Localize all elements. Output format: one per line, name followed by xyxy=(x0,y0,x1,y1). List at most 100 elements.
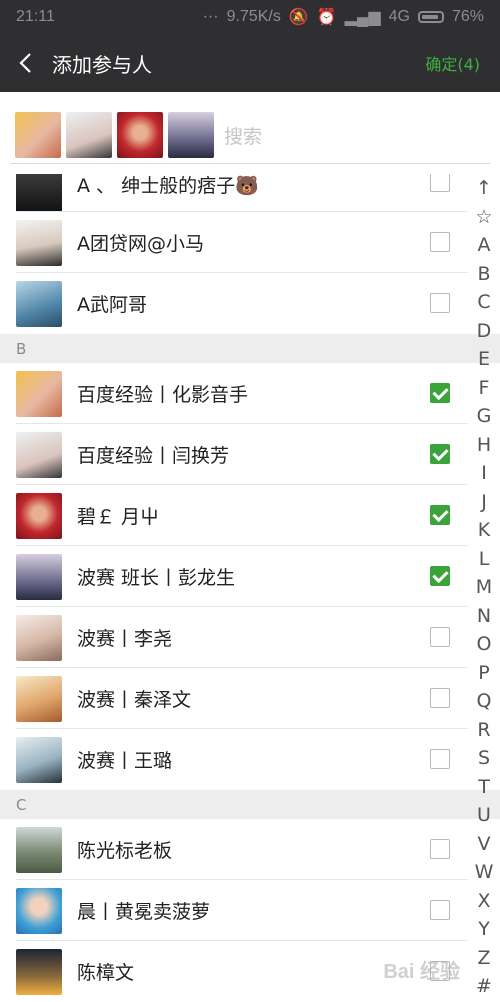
checkbox-checked[interactable] xyxy=(430,566,450,586)
index-letter[interactable]: F xyxy=(479,374,490,403)
index-letter[interactable]: J xyxy=(481,488,487,517)
selected-avatar[interactable] xyxy=(15,112,61,158)
selected-bar: 搜索 xyxy=(0,92,500,174)
selected-avatars xyxy=(15,112,214,158)
selected-avatar[interactable] xyxy=(117,112,163,158)
list-item[interactable]: 百度经验丨化影音手 xyxy=(0,363,500,424)
contact-name: 波赛丨秦泽文 xyxy=(77,689,192,711)
contact-name: 百度经验丨闫换芳 xyxy=(77,445,230,467)
index-letter[interactable]: L xyxy=(479,545,490,574)
checkbox-checked[interactable] xyxy=(430,444,450,464)
selected-avatar[interactable] xyxy=(66,112,112,158)
avatar xyxy=(16,220,62,266)
avatar xyxy=(16,949,62,995)
contact-name: A团贷网@小马 xyxy=(77,233,204,255)
index-letter[interactable]: B xyxy=(477,260,490,289)
contact-name: 波赛丨王璐 xyxy=(77,750,173,772)
index-letter[interactable]: K xyxy=(478,516,490,545)
checkbox[interactable] xyxy=(430,172,450,192)
mute-icon: 🔕 xyxy=(288,9,309,26)
index-letter[interactable]: R xyxy=(477,716,490,745)
index-letter[interactable]: Q xyxy=(477,687,492,716)
page-title: 添加参与人 xyxy=(52,52,152,77)
contact-name: 陈樟文 xyxy=(77,962,135,984)
search-underline xyxy=(10,163,490,164)
avatar xyxy=(16,827,62,873)
index-letter[interactable]: D xyxy=(477,317,492,346)
contact-name: 百度经验丨化影音手 xyxy=(77,384,249,406)
avatar xyxy=(16,432,62,478)
list-item[interactable]: 百度经验丨闫换芳 xyxy=(0,424,500,485)
list-item[interactable]: 碧￡ 月屮 xyxy=(0,485,500,546)
contact-name: A武阿哥 xyxy=(77,294,147,316)
avatar xyxy=(16,615,62,661)
index-letter[interactable]: # xyxy=(476,972,492,1001)
avatar xyxy=(16,493,62,539)
index-letter[interactable]: Y xyxy=(478,915,490,944)
search-input[interactable]: 搜索 xyxy=(224,122,262,149)
index-letter[interactable]: T xyxy=(478,773,490,802)
checkbox[interactable] xyxy=(430,900,450,920)
index-letter[interactable]: Z xyxy=(477,944,490,973)
avatar xyxy=(16,676,62,722)
contact-name: A 、 绅士般的痞子🐻 xyxy=(77,174,259,197)
checkbox[interactable] xyxy=(430,293,450,313)
index-letter[interactable]: ☆ xyxy=(475,203,492,232)
index-letter[interactable]: P xyxy=(478,659,489,688)
contact-name: 波赛丨李尧 xyxy=(77,628,173,650)
contact-name: 陈光标老板 xyxy=(77,840,173,862)
index-letter[interactable]: V xyxy=(478,830,491,859)
avatar xyxy=(16,371,62,417)
contact-name: 碧￡ 月屮 xyxy=(77,506,160,528)
index-letter[interactable]: X xyxy=(477,887,490,916)
status-bar: 21:11 ··· 9.75K/s 🔕 ⏰ ▂▄▆ 4G 76% xyxy=(0,0,500,34)
index-letter[interactable]: U xyxy=(477,801,491,830)
index-letter[interactable]: G xyxy=(477,402,492,431)
confirm-button[interactable]: 确定(4) xyxy=(425,34,480,92)
section-header-c: C xyxy=(0,790,500,819)
status-time: 21:11 xyxy=(16,8,55,25)
list-item[interactable]: 波赛丨秦泽文 xyxy=(0,668,500,729)
index-letter[interactable]: W xyxy=(475,858,494,887)
list-item[interactable]: A武阿哥 xyxy=(0,273,500,334)
avatar xyxy=(16,554,62,600)
index-letter[interactable]: I xyxy=(481,459,487,488)
contact-name: 晨丨黄冕卖菠萝 xyxy=(77,901,211,923)
section-header-b: B xyxy=(0,334,500,363)
index-letter[interactable]: H xyxy=(477,431,491,460)
title-bar: 添加参与人 确定(4) xyxy=(0,34,500,92)
index-letter[interactable]: N xyxy=(477,602,491,631)
battery-level: 76% xyxy=(451,8,484,25)
checkbox[interactable] xyxy=(430,627,450,647)
list-item[interactable]: A 、 绅士般的痞子🐻 xyxy=(0,166,500,212)
contact-list[interactable]: A 、 绅士般的痞子🐻 A团贷网@小马 A武阿哥 B 百度经验丨化影音手 百度经… xyxy=(0,166,500,1002)
list-item[interactable]: A团贷网@小马 xyxy=(0,212,500,273)
index-letter[interactable]: M xyxy=(476,573,492,602)
checkbox[interactable] xyxy=(430,839,450,859)
checkbox-checked[interactable] xyxy=(430,505,450,525)
signal-icon: ▂▄▆ xyxy=(344,9,381,26)
alarm-icon: ⏰ xyxy=(316,9,337,26)
alphabet-index[interactable]: ↑ ☆ A B C D E F G H I J K L M N O P Q R … xyxy=(470,174,498,1001)
list-item[interactable]: 波赛丨李尧 xyxy=(0,607,500,668)
index-letter[interactable]: S xyxy=(478,744,490,773)
back-button[interactable] xyxy=(0,34,50,92)
list-item[interactable]: 波赛 班长丨彭龙生 xyxy=(0,546,500,607)
index-letter[interactable]: C xyxy=(477,288,490,317)
checkbox[interactable] xyxy=(430,688,450,708)
network-type: 4G xyxy=(388,8,410,25)
list-item[interactable]: 陈光标老板 xyxy=(0,819,500,880)
avatar xyxy=(16,281,62,327)
index-letter[interactable]: O xyxy=(477,630,492,659)
avatar xyxy=(16,888,62,934)
checkbox[interactable] xyxy=(430,232,450,252)
list-item[interactable]: 波赛丨王璐 xyxy=(0,729,500,790)
dots-icon: ··· xyxy=(202,8,219,25)
checkbox-checked[interactable] xyxy=(430,383,450,403)
index-letter[interactable]: E xyxy=(478,345,490,374)
index-letter[interactable]: ↑ xyxy=(476,174,492,203)
checkbox[interactable] xyxy=(430,749,450,769)
selected-avatar[interactable] xyxy=(168,112,214,158)
list-item[interactable]: 晨丨黄冕卖菠萝 xyxy=(0,880,500,941)
index-letter[interactable]: A xyxy=(478,231,491,260)
